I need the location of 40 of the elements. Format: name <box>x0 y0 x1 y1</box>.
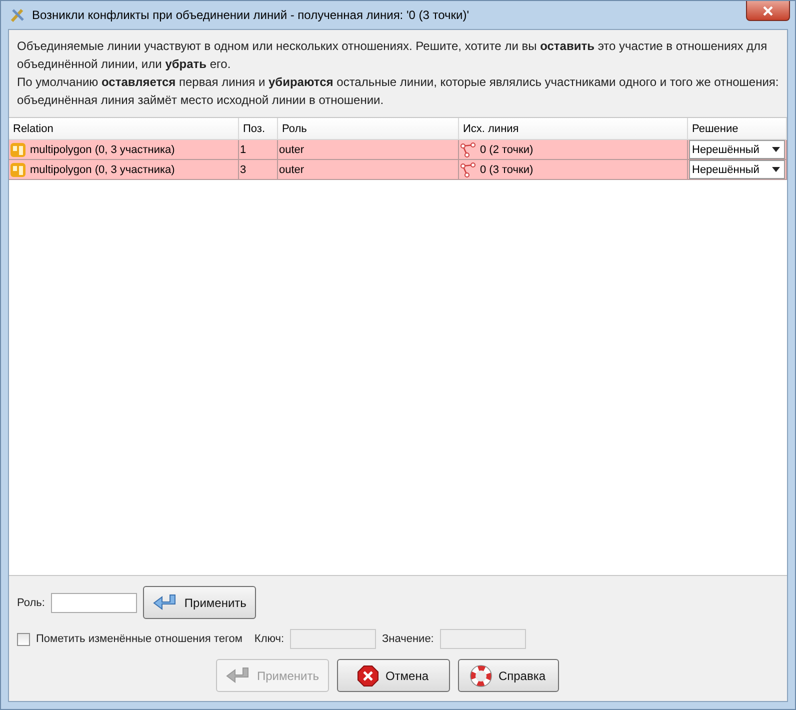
column-header[interactable]: Роль <box>278 118 459 140</box>
relation-text: multipolygon (0, 3 участника) <box>30 144 175 156</box>
caret-icon <box>772 167 780 172</box>
caret-icon <box>772 147 780 152</box>
value-label: Значение: <box>382 633 434 645</box>
close-button[interactable] <box>746 1 790 21</box>
table-cell: 1 <box>239 140 278 160</box>
column-header[interactable]: Relation <box>9 118 239 140</box>
column-header[interactable]: Решение <box>688 118 787 140</box>
help-button[interactable]: Справка <box>458 659 558 692</box>
relation-text: multipolygon (0, 3 участника) <box>30 164 175 176</box>
key-label: Ключ: <box>254 633 284 645</box>
description-text: Объединяемые линии участвуют в одном или нескольких отношениях. Решите, хотите ли вы оставить это участие в отношениях для объединённой линии, или убрать его. <box>17 38 768 73</box>
column-header[interactable]: Исх. линия <box>459 118 688 140</box>
lifebuoy-icon <box>470 664 492 686</box>
table-cell: outer <box>278 140 459 160</box>
cancel-button[interactable]: Отмена <box>336 659 450 692</box>
apply-role-button[interactable]: Применить <box>142 586 256 619</box>
description-text: По умолчанию оставляется первая линия и убираются остальные линии, которые являлись участниками одного и того же отношения: объединённая линия займёт место исходной линии в отношении. <box>17 74 779 109</box>
column-header[interactable]: Поз. <box>239 118 278 140</box>
role-input[interactable] <box>50 592 137 612</box>
cancel-icon <box>357 664 380 686</box>
role-label: Роль: <box>17 596 45 608</box>
way-text: 0 (2 точки) <box>480 144 534 156</box>
table-cell: 3 <box>239 160 278 180</box>
table-cell: outer <box>278 160 459 180</box>
close-icon <box>763 6 773 16</box>
tools-icon <box>10 7 26 23</box>
tag-checkbox[interactable] <box>17 632 30 646</box>
way-text: 0 (3 точки) <box>480 164 534 176</box>
return-arrow-icon <box>152 592 178 612</box>
decision-dropdown[interactable]: Нерешённый <box>689 140 785 159</box>
window-title: Возникли конфликты при объединении линий - полученная линия: '0 (3 точки)' <box>32 8 470 22</box>
decision-dropdown[interactable]: Нерешённый <box>689 160 785 179</box>
return-arrow-icon <box>224 666 251 686</box>
way-icon <box>460 162 476 178</box>
relation-icon <box>10 142 26 158</box>
checkbox-label: Пометить изменённые отношения тегом <box>36 633 242 645</box>
relation-icon <box>10 162 26 178</box>
way-icon <box>460 142 476 158</box>
